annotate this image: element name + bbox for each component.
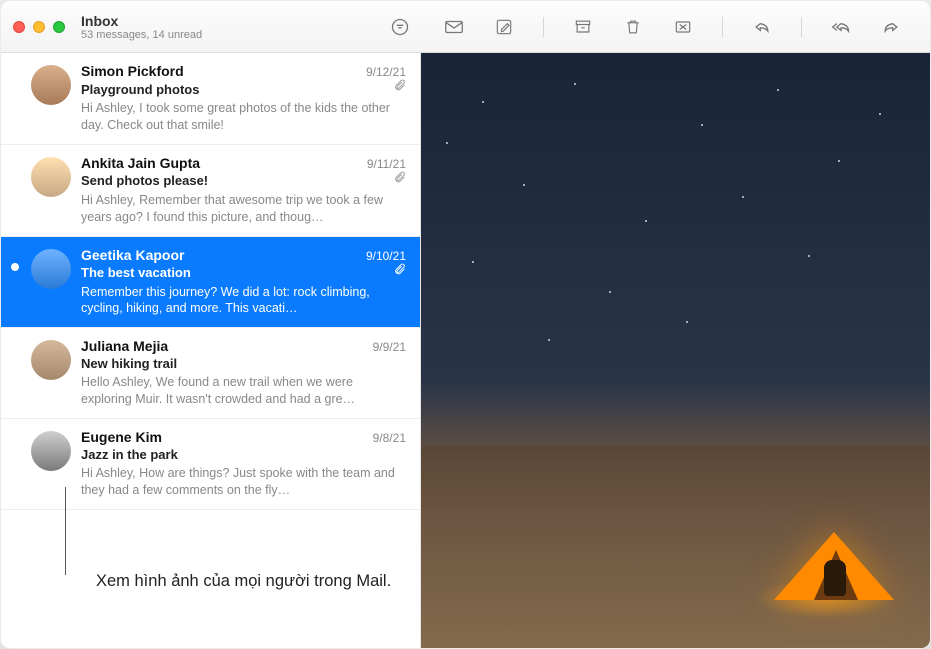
reply-all-button[interactable] — [830, 16, 852, 38]
paperclip-icon — [393, 171, 406, 189]
window-controls — [13, 21, 65, 33]
compose-button[interactable] — [493, 16, 515, 38]
unread-indicator — [11, 263, 19, 271]
envelope-icon — [443, 16, 465, 38]
forward-button[interactable] — [880, 16, 902, 38]
delete-button[interactable] — [622, 16, 644, 38]
message-subject: Playground photos — [81, 82, 199, 97]
message-subject: Jazz in the park — [81, 447, 178, 462]
toolbar-separator — [722, 17, 723, 37]
message-row[interactable]: Eugene Kim 9/8/21 Jazz in the park Hi As… — [1, 419, 420, 510]
message-preview: Hi Ashley, How are things? Just spoke wi… — [81, 465, 406, 499]
mailbox-title: Inbox — [81, 13, 202, 29]
message-preview: Hello Ashley, We found a new trail when … — [81, 374, 406, 408]
reply-all-icon — [830, 17, 852, 37]
callout-text: Xem hình ảnh của mọi người trong Mail. — [96, 570, 401, 593]
toolbar-separator — [543, 17, 544, 37]
reply-button[interactable] — [751, 16, 773, 38]
message-date: 9/8/21 — [373, 431, 406, 445]
message-row[interactable]: Simon Pickford 9/12/21 Playground photos… — [1, 53, 420, 145]
avatar — [31, 431, 71, 471]
titlebar: Inbox 53 messages, 14 unread — [1, 1, 930, 53]
toolbar — [443, 16, 918, 38]
message-content-pane — [421, 53, 930, 648]
archive-icon — [573, 17, 593, 37]
message-preview: Remember this journey? We did a lot: roc… — [81, 284, 406, 318]
message-subject: The best vacation — [81, 265, 191, 280]
callout-line — [65, 487, 66, 575]
junk-button[interactable] — [672, 16, 694, 38]
sender-name: Ankita Jain Gupta — [81, 155, 200, 171]
message-date: 9/9/21 — [373, 340, 406, 354]
paperclip-icon — [393, 263, 406, 281]
sender-name: Eugene Kim — [81, 429, 162, 445]
avatar — [31, 157, 71, 197]
mail-window: Inbox 53 messages, 14 unread — [0, 0, 931, 649]
sender-name: Juliana Mejia — [81, 338, 168, 354]
message-preview: Hi Ashley, I took some great photos of t… — [81, 100, 406, 134]
main-area: Simon Pickford 9/12/21 Playground photos… — [1, 53, 930, 648]
filter-button[interactable] — [387, 14, 413, 40]
forward-icon — [881, 17, 901, 37]
message-row-selected[interactable]: Geetika Kapoor 9/10/21 The best vacation… — [1, 237, 420, 329]
junk-icon — [673, 17, 693, 37]
close-window-button[interactable] — [13, 21, 25, 33]
fullscreen-window-button[interactable] — [53, 21, 65, 33]
message-list: Simon Pickford 9/12/21 Playground photos… — [1, 53, 421, 648]
message-preview: Hi Ashley, Remember that awesome trip we… — [81, 192, 406, 226]
mailbox-subtitle: 53 messages, 14 unread — [81, 29, 202, 41]
trash-icon — [623, 17, 643, 37]
message-subject: New hiking trail — [81, 356, 177, 371]
avatar — [31, 65, 71, 105]
message-date: 9/11/21 — [367, 157, 406, 171]
message-date: 9/10/21 — [366, 249, 406, 263]
message-subject: Send photos please! — [81, 173, 208, 188]
message-date: 9/12/21 — [366, 65, 406, 79]
avatar — [31, 249, 71, 289]
archive-button[interactable] — [572, 16, 594, 38]
reply-icon — [752, 17, 772, 37]
message-row[interactable]: Ankita Jain Gupta 9/11/21 Send photos pl… — [1, 145, 420, 237]
sender-name: Simon Pickford — [81, 63, 184, 79]
minimize-window-button[interactable] — [33, 21, 45, 33]
new-message-button[interactable] — [443, 16, 465, 38]
compose-icon — [494, 17, 514, 37]
toolbar-separator — [801, 17, 802, 37]
sender-name: Geetika Kapoor — [81, 247, 184, 263]
filter-icon — [390, 17, 410, 37]
attachment-image — [774, 512, 894, 600]
paperclip-icon — [393, 79, 406, 97]
mailbox-heading: Inbox 53 messages, 14 unread — [81, 13, 202, 41]
avatar — [31, 340, 71, 380]
message-row[interactable]: Juliana Mejia 9/9/21 New hiking trail He… — [1, 328, 420, 419]
